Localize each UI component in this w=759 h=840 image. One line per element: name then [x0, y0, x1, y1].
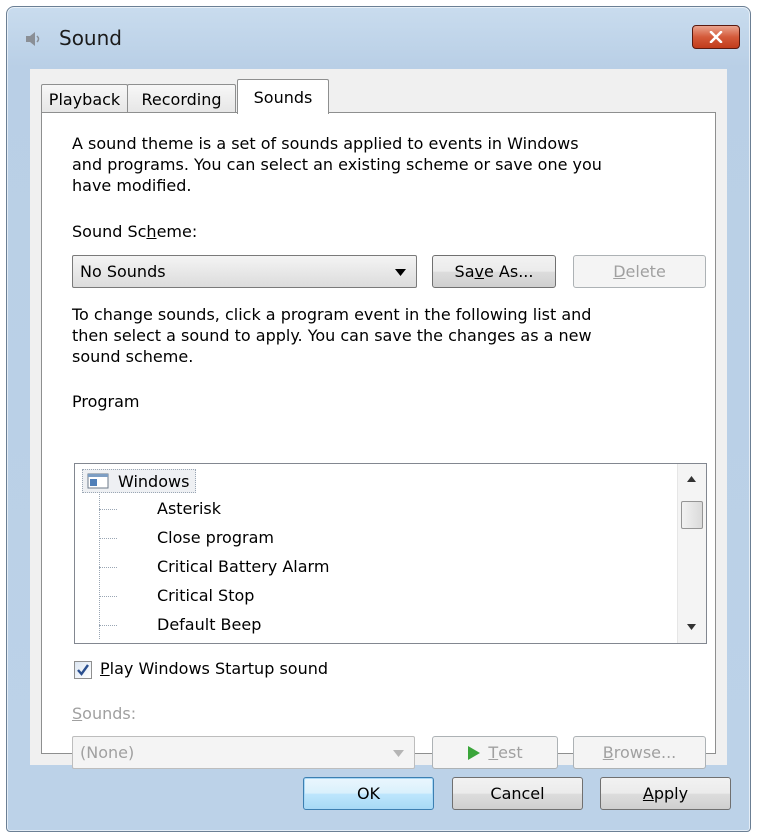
intro-text: A sound theme is a set of sounds applied… [72, 134, 602, 195]
tab-recording[interactable]: Recording [127, 84, 236, 113]
window-title: Sound [59, 26, 122, 50]
tree-connector [99, 538, 117, 539]
tab-sounds[interactable]: Sounds [237, 79, 329, 114]
window-app-icon [87, 473, 109, 489]
list-item[interactable]: Critical Battery Alarm [157, 557, 329, 576]
list-item[interactable]: Default Beep [157, 615, 261, 634]
test-button[interactable]: Test [432, 736, 558, 769]
sound-scheme-label: Sound Scheme: [72, 222, 198, 241]
chevron-down-icon [395, 269, 406, 276]
sound-dialog-window: Sound Playback Recording Sounds A sound … [6, 6, 751, 832]
browse-button[interactable]: Browse... [573, 736, 706, 769]
list-item[interactable]: Critical Stop [157, 586, 254, 605]
tab-playback[interactable]: Playback [41, 84, 128, 113]
vertical-scrollbar[interactable] [677, 464, 706, 643]
sounds-dropdown[interactable]: (None) [72, 736, 415, 769]
tree-connector [99, 509, 117, 510]
tree-connector [99, 625, 117, 626]
apply-button[interactable]: Apply [600, 777, 731, 810]
ok-button[interactable]: OK [303, 777, 434, 810]
cancel-button[interactable]: Cancel [452, 777, 583, 810]
sounds-label: Sounds: [72, 704, 137, 723]
instructions-text: To change sounds, click a program event … [72, 305, 592, 366]
program-events-list[interactable]: Windows Asterisk Close program Critical … [74, 463, 707, 644]
play-startup-sound-label[interactable]: Play Windows Startup sound [100, 659, 328, 678]
program-label: Program [72, 392, 140, 411]
play-icon [468, 745, 481, 760]
sound-scheme-dropdown[interactable]: No Sounds [72, 255, 417, 288]
sounds-tab-panel: A sound theme is a set of sounds applied… [41, 112, 716, 769]
save-as-button[interactable]: Sa v e As... [432, 255, 556, 288]
close-icon [709, 31, 723, 43]
speaker-icon [26, 32, 40, 46]
title-bar[interactable]: Sound [7, 7, 750, 69]
close-button[interactable] [692, 25, 740, 49]
scroll-up-icon[interactable] [687, 476, 696, 482]
list-item[interactable]: Close program [157, 528, 274, 547]
scroll-down-icon[interactable] [687, 624, 696, 630]
delete-button[interactable]: Delete [573, 255, 706, 288]
scroll-thumb[interactable] [681, 501, 703, 529]
tree-connector [99, 567, 117, 568]
chevron-down-icon [393, 750, 404, 757]
checkmark-icon [77, 664, 89, 676]
play-startup-sound-checkbox[interactable] [74, 661, 92, 679]
list-item[interactable]: Asterisk [157, 499, 221, 518]
dialog-client-area: Playback Recording Sounds A sound theme … [30, 69, 727, 769]
tree-connector [99, 596, 117, 597]
tree-root-windows[interactable]: Windows [82, 469, 197, 493]
